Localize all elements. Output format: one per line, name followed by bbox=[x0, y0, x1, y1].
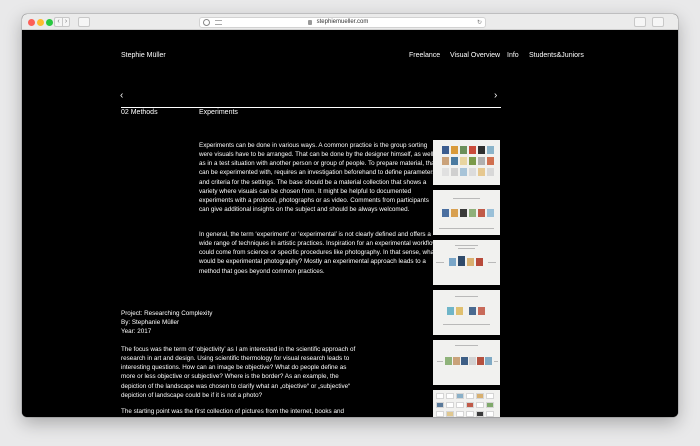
experimental-paragraph: In general, the term ‘experiment’ or ‘ex… bbox=[199, 231, 437, 275]
objectivity-paragraph: The focus was the term of ‘objectivity’ … bbox=[121, 346, 356, 399]
nav-freelance[interactable]: Freelance bbox=[409, 52, 440, 59]
forward-button[interactable]: › bbox=[62, 17, 70, 27]
sidebar-icon[interactable] bbox=[78, 17, 90, 27]
starting-point-paragraph: The starting point was the first collect… bbox=[121, 408, 344, 415]
section-number: 02 Methods bbox=[121, 109, 158, 116]
thumbnail-image[interactable] bbox=[433, 240, 500, 285]
section-title: Experiments bbox=[199, 109, 238, 116]
thumbnail-image[interactable] bbox=[433, 140, 500, 185]
minimize-window-button[interactable] bbox=[37, 18, 44, 26]
nav-info[interactable]: Info bbox=[507, 52, 519, 59]
project-year: Year: 2017 bbox=[121, 328, 152, 336]
close-window-button[interactable] bbox=[28, 18, 35, 26]
thumbnail-image[interactable] bbox=[433, 340, 500, 385]
site-logo-link[interactable]: Stephie Müller bbox=[121, 52, 166, 59]
intro-paragraph: Experiments can be done in various ways.… bbox=[199, 142, 437, 214]
share-icon[interactable] bbox=[634, 17, 646, 27]
nav-visual-overview[interactable]: Visual Overview bbox=[450, 52, 500, 59]
project-info: Project: Researching Complexity By: Step… bbox=[121, 309, 361, 336]
reload-icon[interactable]: ↻ bbox=[477, 19, 482, 26]
project-author: By: Stephanie Müller bbox=[121, 319, 180, 327]
browser-window: ‹ › stephiemueller.com ↻ Stephie Müller … bbox=[22, 14, 678, 417]
thumbnail-image[interactable] bbox=[433, 290, 500, 335]
url-text[interactable]: stephiemueller.com bbox=[200, 19, 485, 25]
zoom-window-button[interactable] bbox=[46, 18, 53, 26]
section-divider bbox=[121, 107, 501, 108]
thumbnail-image[interactable] bbox=[433, 190, 500, 235]
chevron-right-icon[interactable]: › bbox=[494, 91, 497, 101]
browser-toolbar: ‹ › stephiemueller.com ↻ bbox=[22, 14, 678, 30]
chevron-left-icon[interactable]: ‹ bbox=[120, 91, 123, 101]
thumbnail-image[interactable] bbox=[433, 390, 500, 417]
back-button[interactable]: ‹ bbox=[54, 17, 62, 27]
tabs-overview-icon[interactable] bbox=[652, 17, 664, 27]
web-page: Stephie Müller Freelance Visual Overview… bbox=[22, 30, 678, 417]
project-title: Project: Researching Complexity bbox=[121, 310, 213, 317]
nav-students-juniors[interactable]: Students&Juniors bbox=[529, 52, 584, 59]
address-bar[interactable]: stephiemueller.com ↻ bbox=[199, 16, 486, 28]
